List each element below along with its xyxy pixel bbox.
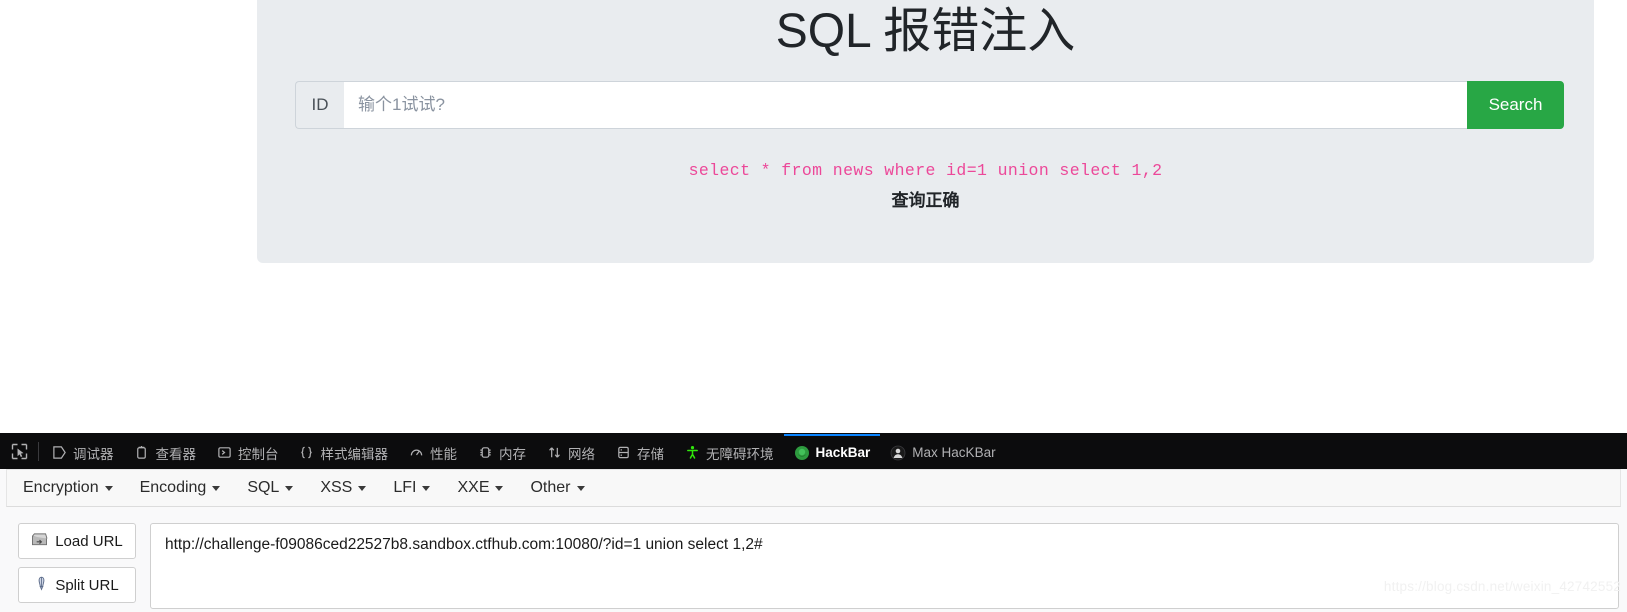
sql-query-echo: select * from news where id=1 union sele… bbox=[688, 160, 1163, 180]
tab-label: 调试器 bbox=[73, 446, 114, 462]
style-editor-icon bbox=[299, 445, 315, 461]
storage-icon bbox=[615, 445, 631, 461]
devtools-tab-max-hackbar[interactable]: Max HacKBar bbox=[880, 434, 1005, 469]
tab-label: Max HacKBar bbox=[912, 445, 996, 460]
hackbar-menu-encoding[interactable]: Encoding bbox=[140, 479, 235, 497]
devtools-tab-inspector[interactable]: 查看器 bbox=[124, 434, 207, 469]
devtools-tab-hackbar[interactable]: HackBar bbox=[783, 434, 881, 469]
devtools-tab-console[interactable]: 控制台 bbox=[206, 434, 289, 469]
menu-label: SQL bbox=[247, 479, 280, 496]
devtools-tab-toolbar: 调试器 查看器 控制台 样式编辑器 性能 内存 网络 存储 无障碍环境 Hack… bbox=[0, 433, 1627, 469]
memory-icon bbox=[477, 445, 493, 461]
hackbar-menu-xss[interactable]: XSS bbox=[320, 479, 380, 497]
hackbar-menu-other[interactable]: Other bbox=[530, 479, 598, 497]
toolbar-divider bbox=[38, 442, 39, 461]
tab-label: 网络 bbox=[568, 446, 595, 462]
menu-label: Other bbox=[530, 479, 571, 496]
tab-label: 内存 bbox=[499, 446, 526, 462]
chevron-down-icon bbox=[358, 485, 367, 491]
debugger-icon bbox=[51, 445, 67, 461]
hackbar-menu-encryption[interactable]: Encryption bbox=[23, 479, 127, 497]
menu-label: Encoding bbox=[139, 479, 207, 496]
menu-label: Encryption bbox=[23, 479, 99, 496]
menu-label: XXE bbox=[457, 479, 490, 496]
devtools-tab-performance[interactable]: 性能 bbox=[398, 434, 467, 469]
hackbar-url-textarea[interactable]: http://challenge-f09086ced22527b8.sandbo… bbox=[150, 523, 1619, 609]
hackbar-action-buttons: Load URL Split URL bbox=[18, 523, 136, 609]
id-search-input-group: ID Search bbox=[295, 80, 1564, 129]
devtools-tab-accessibility[interactable]: 无障碍环境 bbox=[674, 434, 784, 469]
tab-label: 控制台 bbox=[238, 446, 279, 462]
hackbar-menubar: Encryption Encoding SQL XSS LFI XXE Othe… bbox=[6, 469, 1621, 507]
chevron-down-icon bbox=[212, 485, 221, 491]
element-picker-icon[interactable] bbox=[0, 434, 38, 469]
tab-label: HackBar bbox=[815, 445, 871, 460]
chevron-down-icon bbox=[422, 485, 431, 491]
menu-label: XSS bbox=[320, 479, 353, 496]
load-url-button[interactable]: Load URL bbox=[18, 523, 136, 559]
max-hackbar-icon bbox=[890, 445, 906, 461]
hackbar-menu-sql[interactable]: SQL bbox=[247, 479, 307, 497]
chevron-down-icon bbox=[285, 485, 294, 491]
browser-content-area: SQL 报错注入 ID Search select * from news wh… bbox=[0, 0, 1627, 433]
id-search-input[interactable] bbox=[344, 80, 1467, 129]
tab-label: 查看器 bbox=[155, 446, 197, 462]
button-label: Load URL bbox=[55, 532, 123, 550]
chevron-down-icon bbox=[495, 485, 504, 491]
chevron-down-icon bbox=[104, 485, 113, 491]
performance-icon bbox=[408, 445, 424, 461]
devtools-tab-memory[interactable]: 内存 bbox=[467, 434, 536, 469]
load-url-icon bbox=[31, 532, 48, 551]
devtools-tab-network[interactable]: 网络 bbox=[536, 434, 605, 469]
hackbar-menu-lfi[interactable]: LFI bbox=[393, 479, 444, 497]
hackbar-menu-xxe[interactable]: XXE bbox=[457, 479, 517, 497]
devtools-tab-storage[interactable]: 存储 bbox=[605, 434, 674, 469]
network-icon bbox=[546, 445, 562, 461]
devtools-tab-debugger[interactable]: 调试器 bbox=[41, 434, 124, 469]
tab-label: 样式编辑器 bbox=[320, 446, 389, 462]
console-icon bbox=[216, 445, 232, 461]
page-title: SQL 报错注入 bbox=[775, 5, 1076, 58]
accessibility-icon bbox=[684, 445, 700, 461]
query-status-text: 查询正确 bbox=[891, 190, 960, 210]
button-label: Split URL bbox=[55, 576, 119, 594]
id-prefix-label: ID bbox=[295, 80, 344, 129]
devtools-tab-style-editor[interactable]: 样式编辑器 bbox=[289, 434, 399, 469]
menu-label: LFI bbox=[393, 479, 417, 496]
devtools-panel: 调试器 查看器 控制台 样式编辑器 性能 内存 网络 存储 无障碍环境 Hack… bbox=[0, 433, 1627, 612]
hackbar-body: Load URL Split URL http://challenge-f090… bbox=[0, 507, 1627, 609]
split-url-button[interactable]: Split URL bbox=[18, 567, 136, 603]
hackbar-icon bbox=[794, 445, 810, 461]
search-button[interactable]: Search bbox=[1467, 80, 1564, 129]
devtools-tab-list: 调试器 查看器 控制台 样式编辑器 性能 内存 网络 存储 无障碍环境 Hack… bbox=[41, 434, 1006, 469]
tab-label: 性能 bbox=[430, 446, 457, 462]
jumbotron-panel: SQL 报错注入 ID Search select * from news wh… bbox=[257, 0, 1594, 263]
chevron-down-icon bbox=[576, 485, 585, 491]
split-url-icon bbox=[35, 576, 48, 595]
inspector-icon bbox=[134, 445, 150, 461]
tab-label: 无障碍环境 bbox=[706, 446, 774, 462]
tab-label: 存储 bbox=[637, 446, 664, 462]
